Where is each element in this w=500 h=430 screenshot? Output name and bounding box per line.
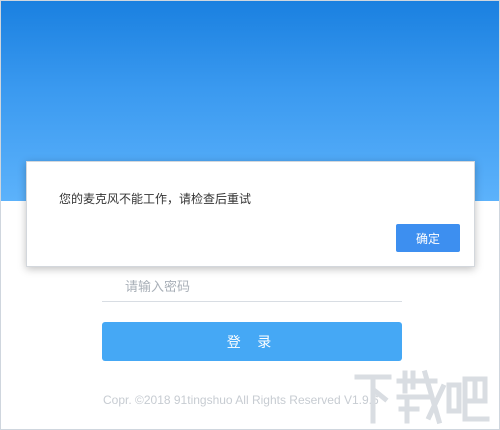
- confirm-button[interactable]: 确定: [396, 224, 460, 252]
- error-dialog: 您的麦克风不能工作，请检查后重试 确定: [26, 161, 475, 267]
- password-input[interactable]: [102, 279, 402, 295]
- login-button[interactable]: 登 录: [102, 322, 402, 361]
- dialog-message: 您的麦克风不能工作，请检查后重试: [59, 192, 252, 206]
- app-window: 登 录 Copr. ©2018 91tingshuo All Rights Re…: [0, 0, 500, 430]
- password-field[interactable]: [102, 273, 402, 302]
- watermark-logo-icon: [354, 369, 490, 425]
